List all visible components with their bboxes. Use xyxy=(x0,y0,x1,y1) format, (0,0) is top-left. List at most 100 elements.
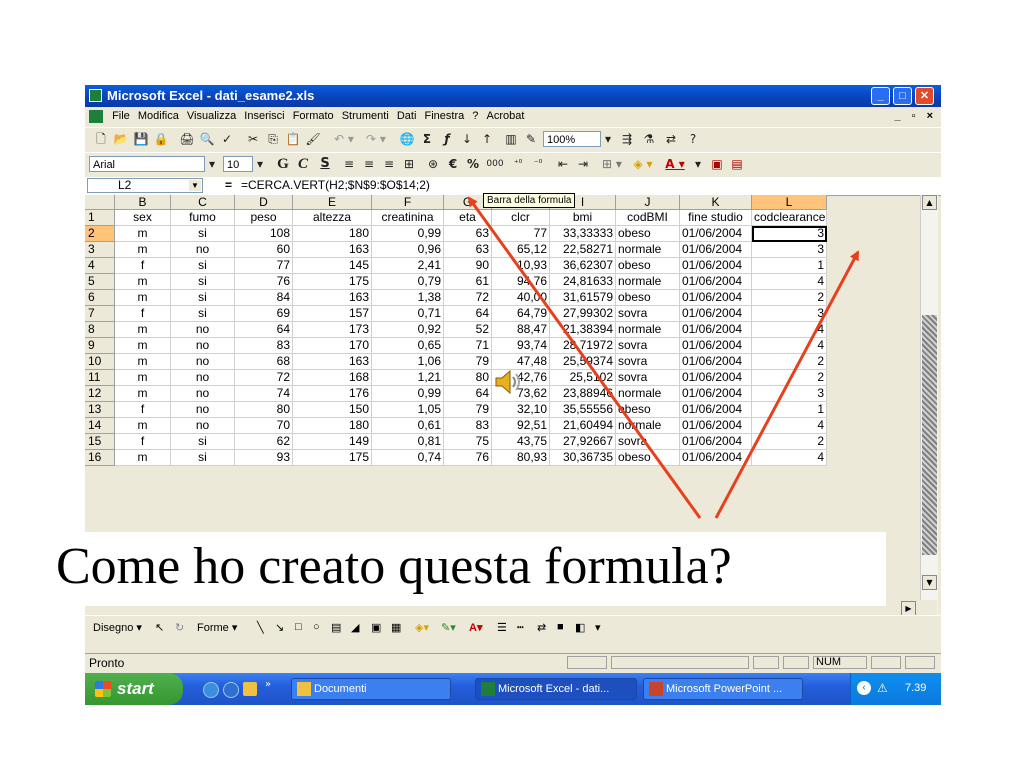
cell-g13[interactable]: 79 xyxy=(444,402,492,418)
line-style-icon[interactable]: ☰ xyxy=(497,621,507,634)
font-size-select[interactable]: 10 xyxy=(223,156,253,172)
cell-l2[interactable]: 3 xyxy=(752,226,827,242)
merge-center-icon[interactable]: ⊞ xyxy=(401,156,417,172)
cell-b12[interactable]: m xyxy=(115,386,171,402)
cell-f15[interactable]: 0,81 xyxy=(372,434,444,450)
name-box[interactable]: L2 ▼ xyxy=(87,178,203,193)
header-cell-d1[interactable]: peso xyxy=(235,210,293,226)
cell-b14[interactable]: m xyxy=(115,418,171,434)
formula-input[interactable]: =CERCA.VERT(H2;$N$9:$O$14;2) xyxy=(241,178,430,192)
cell-k6[interactable]: 01/06/2004 xyxy=(680,290,752,306)
pdf-mail-icon[interactable]: ▤ xyxy=(729,156,745,172)
cell-k3[interactable]: 01/06/2004 xyxy=(680,242,752,258)
cell-d10[interactable]: 68 xyxy=(235,354,293,370)
hyperlink-icon[interactable]: 🌐 xyxy=(399,131,415,147)
cell-c12[interactable]: no xyxy=(171,386,235,402)
scroll-thumb[interactable] xyxy=(922,315,937,555)
cut-icon[interactable]: ✂ xyxy=(245,131,261,147)
cell-e12[interactable]: 176 xyxy=(293,386,372,402)
cell-i15[interactable]: 27,92667 xyxy=(550,434,616,450)
header-cell-f1[interactable]: creatinina xyxy=(372,210,444,226)
rotate-icon[interactable]: ↻ xyxy=(175,621,184,634)
cell-k9[interactable]: 01/06/2004 xyxy=(680,338,752,354)
cell-k11[interactable]: 01/06/2004 xyxy=(680,370,752,386)
cell-b4[interactable]: f xyxy=(115,258,171,274)
cell-f7[interactable]: 0,71 xyxy=(372,306,444,322)
cell-f10[interactable]: 1,06 xyxy=(372,354,444,370)
cell-e14[interactable]: 180 xyxy=(293,418,372,434)
row-header-3[interactable]: 3 xyxy=(85,242,115,258)
close-button[interactable]: ✕ xyxy=(915,87,934,105)
cell-j6[interactable]: obeso xyxy=(616,290,680,306)
cell-k14[interactable]: 01/06/2004 xyxy=(680,418,752,434)
cell-b13[interactable]: f xyxy=(115,402,171,418)
cell-b2[interactable]: m xyxy=(115,226,171,242)
cell-j14[interactable]: normale xyxy=(616,418,680,434)
cell-g9[interactable]: 71 xyxy=(444,338,492,354)
cell-e3[interactable]: 163 xyxy=(293,242,372,258)
cell-i10[interactable]: 25,59374 xyxy=(550,354,616,370)
cell-i2[interactable]: 33,33333 xyxy=(550,226,616,242)
header-cell-b1[interactable]: sex xyxy=(115,210,171,226)
cell-c9[interactable]: no xyxy=(171,338,235,354)
italic-button[interactable]: C xyxy=(295,156,311,172)
cell-k16[interactable]: 01/06/2004 xyxy=(680,450,752,466)
cell-e9[interactable]: 170 xyxy=(293,338,372,354)
underline-button[interactable]: S xyxy=(317,156,333,172)
cell-l16[interactable]: 4 xyxy=(752,450,827,466)
draw-fill-color-icon[interactable]: ◈▾ xyxy=(415,621,429,634)
copy-icon[interactable]: ⎘ xyxy=(265,131,281,147)
cell-k13[interactable]: 01/06/2004 xyxy=(680,402,752,418)
borders-icon[interactable]: ⊞ ▾ xyxy=(599,156,625,172)
cell-e13[interactable]: 150 xyxy=(293,402,372,418)
cell-g6[interactable]: 72 xyxy=(444,290,492,306)
row-header-6[interactable]: 6 xyxy=(85,290,115,306)
cell-g3[interactable]: 63 xyxy=(444,242,492,258)
cell-h7[interactable]: 64,79 xyxy=(492,306,550,322)
cell-e15[interactable]: 149 xyxy=(293,434,372,450)
cell-e11[interactable]: 168 xyxy=(293,370,372,386)
cell-f16[interactable]: 0,74 xyxy=(372,450,444,466)
cell-k12[interactable]: 01/06/2004 xyxy=(680,386,752,402)
cell-h6[interactable]: 40,00 xyxy=(492,290,550,306)
cell-h9[interactable]: 93,74 xyxy=(492,338,550,354)
cell-h4[interactable]: 10,93 xyxy=(492,258,550,274)
equals-sign[interactable]: = xyxy=(225,178,232,192)
help-icon[interactable]: ? xyxy=(685,131,701,147)
taskbar-documenti[interactable]: Documenti xyxy=(291,678,451,700)
cell-i6[interactable]: 31,61579 xyxy=(550,290,616,306)
bold-button[interactable]: G xyxy=(275,156,291,172)
cell-e16[interactable]: 175 xyxy=(293,450,372,466)
cell-l3[interactable]: 3 xyxy=(752,242,827,258)
cell-l11[interactable]: 2 xyxy=(752,370,827,386)
cell-c15[interactable]: si xyxy=(171,434,235,450)
paste-icon[interactable]: 📋 xyxy=(285,131,301,147)
drawing-options-icon[interactable]: ▾ xyxy=(595,621,601,634)
wordart-icon[interactable]: ◢ xyxy=(351,621,359,634)
3d-icon[interactable]: ◧ xyxy=(575,621,585,634)
row-header-4[interactable]: 4 xyxy=(85,258,115,274)
cell-j10[interactable]: sovra xyxy=(616,354,680,370)
cell-i9[interactable]: 28,71972 xyxy=(550,338,616,354)
picture-icon[interactable]: ▦ xyxy=(391,621,401,634)
autosum-icon[interactable]: Σ xyxy=(419,131,435,147)
pdf-icon[interactable]: ▣ xyxy=(709,156,725,172)
start-button[interactable]: start xyxy=(85,673,183,705)
column-header-f[interactable]: F xyxy=(372,195,444,210)
cell-b6[interactable]: m xyxy=(115,290,171,306)
cell-f8[interactable]: 0,92 xyxy=(372,322,444,338)
row-header-5[interactable]: 5 xyxy=(85,274,115,290)
header-cell-e1[interactable]: altezza xyxy=(293,210,372,226)
cell-d9[interactable]: 83 xyxy=(235,338,293,354)
cell-f6[interactable]: 1,38 xyxy=(372,290,444,306)
cell-c2[interactable]: si xyxy=(171,226,235,242)
column-header-j[interactable]: J xyxy=(616,195,680,210)
cell-c3[interactable]: no xyxy=(171,242,235,258)
cell-j8[interactable]: normale xyxy=(616,322,680,338)
cell-e4[interactable]: 145 xyxy=(293,258,372,274)
cell-e2[interactable]: 180 xyxy=(293,226,372,242)
cell-b15[interactable]: f xyxy=(115,434,171,450)
cell-d4[interactable]: 77 xyxy=(235,258,293,274)
cell-k4[interactable]: 01/06/2004 xyxy=(680,258,752,274)
currency-button[interactable]: € xyxy=(445,156,461,172)
